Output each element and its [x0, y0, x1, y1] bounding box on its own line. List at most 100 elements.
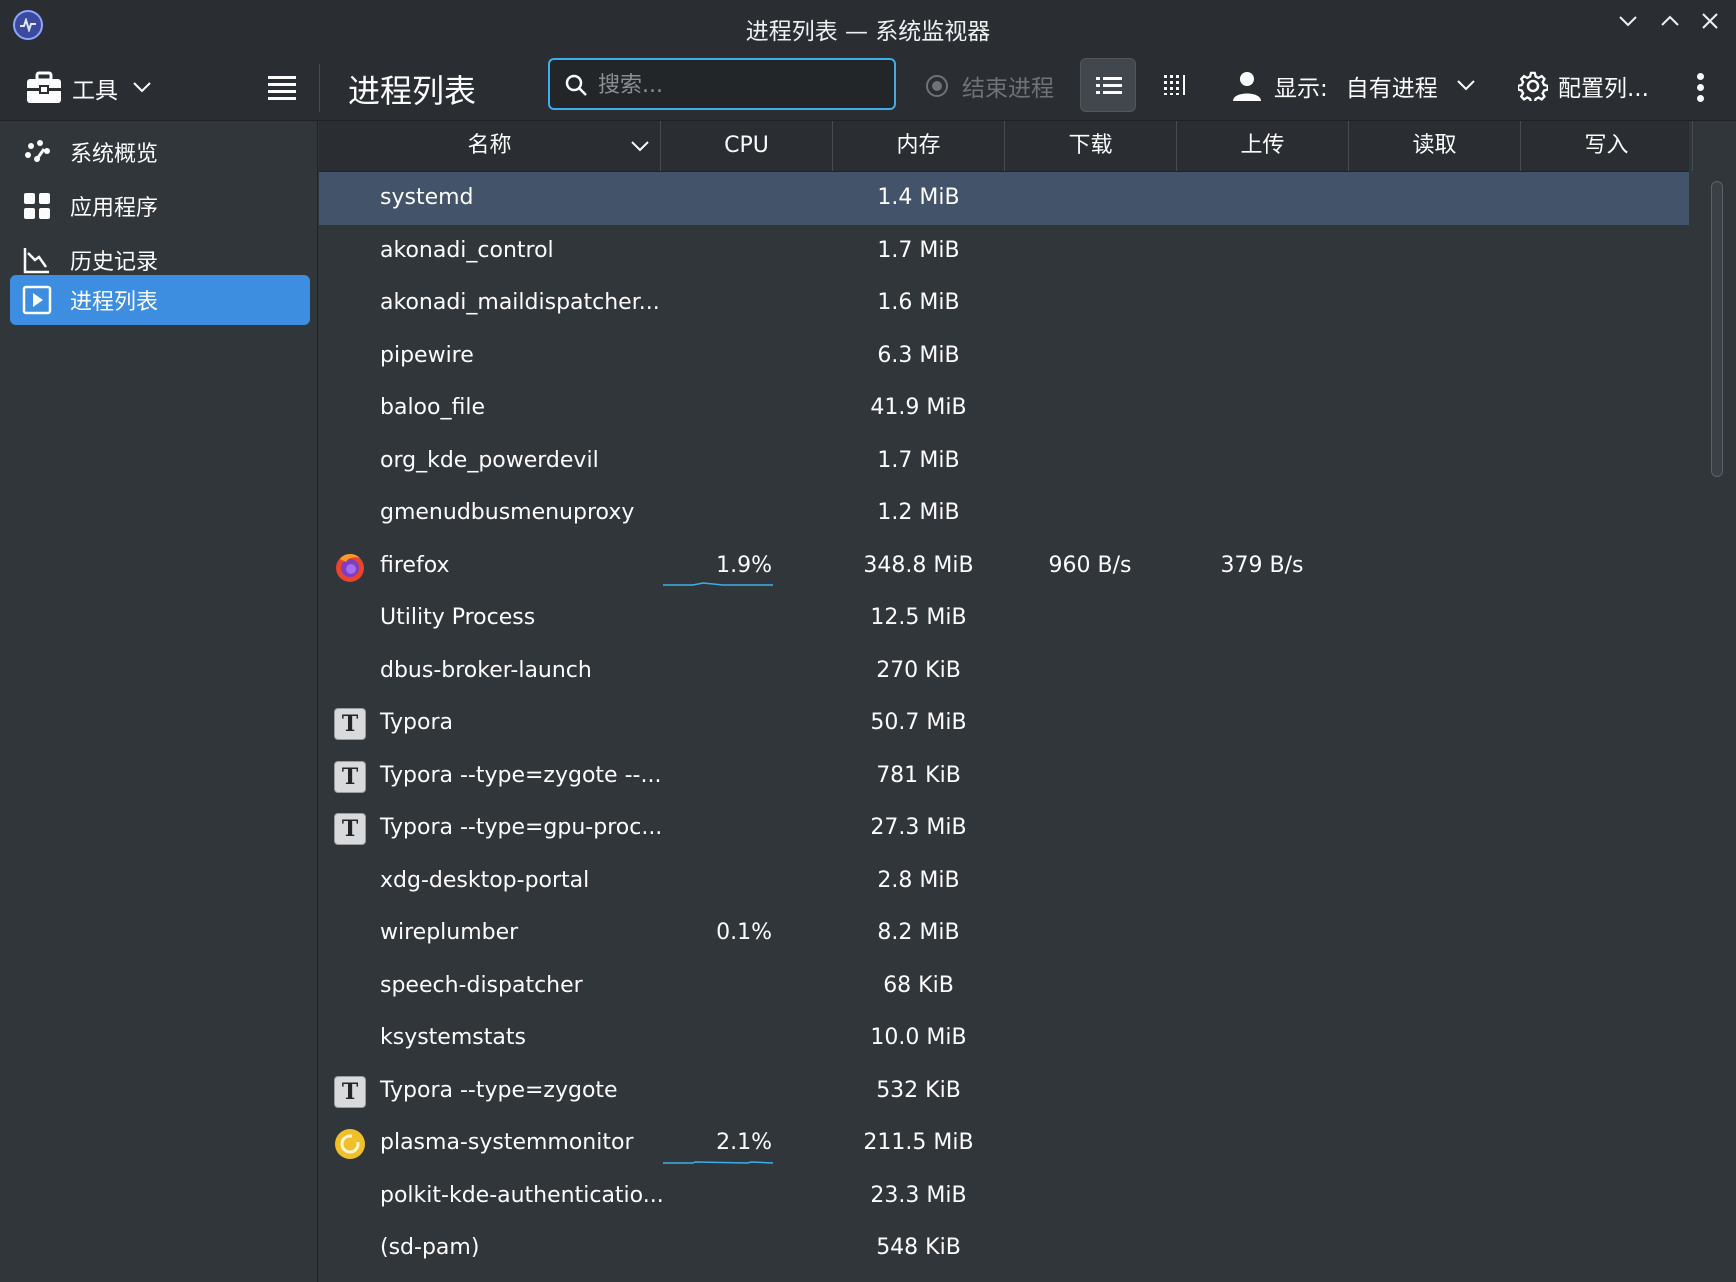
overview-icon	[22, 137, 52, 167]
grid-view-icon	[1164, 75, 1185, 95]
process-name: systemd	[380, 185, 474, 210]
process-name: akonadi_maildispatcher...	[380, 290, 660, 315]
typora-icon: T	[334, 813, 366, 845]
process-name: plasma-systemmonitor	[380, 1130, 634, 1155]
end-process-label: 结束进程	[962, 76, 1054, 102]
process-memory: 12.5 MiB	[870, 605, 967, 630]
column-header-memory[interactable]: 内存	[833, 121, 1005, 171]
process-memory: 1.7 MiB	[877, 447, 960, 473]
table-row[interactable]: Utility Process 12.5 MiB	[319, 592, 1689, 645]
process-cpu: 0.1%	[716, 920, 772, 945]
column-header-write[interactable]: 写入	[1521, 121, 1693, 171]
end-process-button[interactable]: 结束进程	[926, 66, 1054, 106]
process-name: akonadi_control	[380, 237, 554, 263]
process-name: speech-dispatcher	[380, 972, 583, 998]
sidebar-item-label: 应用程序	[70, 196, 159, 221]
column-header-download[interactable]: 下载	[1005, 121, 1177, 171]
process-memory: 781 KiB	[876, 762, 961, 788]
system-monitor-icon	[334, 1128, 366, 1160]
minimize-button[interactable]	[1612, 10, 1644, 42]
configure-columns-label: 配置列...	[1558, 76, 1649, 102]
process-name: Typora --type=zygote --...	[380, 762, 662, 788]
table-row[interactable]: T Typora 50.7 MiB	[319, 697, 1689, 750]
process-name: pipewire	[380, 342, 474, 368]
process-name: xdg-desktop-portal	[380, 867, 590, 893]
process-name: Typora --type=zygote	[380, 1077, 618, 1103]
table-row[interactable]: dbus-broker-launch 270 KiB	[319, 645, 1689, 698]
toolbar: 工具 进程列表 结束进程	[0, 54, 1736, 121]
window-title: 进程列表 — 系统监视器	[745, 19, 991, 45]
table-row[interactable]: wireplumber 0.1% 8.2 MiB	[319, 907, 1689, 960]
table-row[interactable]: systemd 1.4 MiB	[319, 172, 1689, 225]
tools-menu-button[interactable]: 工具	[26, 68, 152, 108]
configure-columns-button[interactable]: 配置列...	[1518, 66, 1649, 106]
hamburger-menu-icon[interactable]	[268, 72, 296, 100]
sidebar-item-process-list[interactable]: 进程列表	[10, 275, 310, 325]
process-table: 名称 CPU 内存 下载 上传 读取 写入 systemd 1.4 MiB ak…	[319, 121, 1736, 1282]
search-icon	[565, 74, 587, 96]
table-row[interactable]: T Typora --type=gpu-proc... 27.3 MiB	[319, 802, 1689, 855]
table-row[interactable]: (sd-pam) 548 KiB	[319, 1222, 1689, 1275]
show-filter-dropdown[interactable]: 显示: 自有进程	[1232, 66, 1476, 106]
process-memory: 270 KiB	[876, 657, 961, 683]
process-name: gmenudbusmenuproxy	[380, 500, 635, 525]
column-header-name[interactable]: 名称	[319, 121, 661, 171]
process-memory: 1.2 MiB	[877, 500, 960, 525]
tree-view-button[interactable]	[1148, 58, 1204, 112]
table-row[interactable]: akonadi_maildispatcher... 1.6 MiB	[319, 277, 1689, 330]
search-box[interactable]	[548, 58, 896, 110]
close-button[interactable]	[1694, 10, 1726, 42]
table-row[interactable]: ksystemstats 10.0 MiB	[319, 1012, 1689, 1065]
process-memory: 548 KiB	[876, 1235, 961, 1260]
maximize-button[interactable]	[1654, 10, 1686, 42]
process-name: dbus-broker-launch	[380, 657, 592, 683]
process-memory: 6.3 MiB	[877, 342, 960, 368]
sidebar-item-label: 系统概览	[70, 142, 159, 167]
table-row[interactable]: akonadi_control 1.7 MiB	[319, 225, 1689, 278]
process-name: Utility Process	[380, 605, 536, 630]
sidebar-item-applications[interactable]: 应用程序	[10, 181, 310, 231]
column-header-read[interactable]: 读取	[1349, 121, 1521, 171]
table-row[interactable]: firefox 1.9% 348.8 MiB 960 B/s 379 B/s	[319, 540, 1689, 593]
table-row[interactable]: speech-dispatcher 68 KiB	[319, 960, 1689, 1013]
column-header-cpu[interactable]: CPU	[661, 121, 833, 171]
more-options-icon[interactable]	[1690, 70, 1710, 106]
table-row[interactable]: T Typora --type=zygote --... 781 KiB	[319, 750, 1689, 803]
close-icon	[1702, 13, 1718, 29]
table-row[interactable]: org_kde_powerdevil 1.7 MiB	[319, 435, 1689, 488]
title-bar: 进程列表 — 系统监视器	[0, 0, 1736, 54]
gear-icon	[1518, 71, 1548, 101]
search-input[interactable]	[596, 68, 890, 102]
process-memory: 10.0 MiB	[870, 1025, 967, 1050]
tools-label: 工具	[72, 78, 118, 104]
process-name: baloo_file	[380, 395, 485, 420]
list-view-button[interactable]	[1080, 58, 1136, 112]
sidebar-item-overview[interactable]: 系统概览	[10, 127, 310, 177]
table-row[interactable]: baloo_file 41.9 MiB	[319, 382, 1689, 435]
sidebar: 系统概览 应用程序 历史记录 进程列表	[0, 121, 318, 1282]
table-row[interactable]: pipewire 6.3 MiB	[319, 330, 1689, 383]
table-row[interactable]: gmenudbusmenuproxy 1.2 MiB	[319, 487, 1689, 540]
sidebar-item-label: 历史记录	[70, 250, 159, 275]
sort-descending-icon	[630, 121, 650, 171]
process-name: firefox	[380, 552, 450, 578]
process-memory: 211.5 MiB	[863, 1130, 974, 1155]
toolbox-icon	[27, 71, 61, 103]
column-header-upload[interactable]: 上传	[1177, 121, 1349, 171]
table-row[interactable]: xdg-desktop-portal 2.8 MiB	[319, 855, 1689, 908]
history-icon	[22, 245, 52, 275]
applications-icon	[22, 191, 52, 221]
process-memory: 1.6 MiB	[877, 290, 960, 315]
table-row[interactable]: plasma-systemmonitor 2.1% 211.5 MiB	[319, 1117, 1689, 1170]
chevron-down-icon	[132, 78, 152, 99]
sidebar-item-label: 进程列表	[70, 290, 159, 315]
table-body: systemd 1.4 MiB akonadi_control 1.7 MiB …	[319, 172, 1689, 1275]
process-memory: 2.8 MiB	[877, 867, 960, 893]
cpu-sparkline	[663, 1160, 773, 1164]
process-name: Typora	[380, 710, 453, 735]
process-memory: 532 KiB	[876, 1077, 961, 1103]
typora-icon: T	[334, 1075, 366, 1108]
table-row[interactable]: polkit-kde-authenticatio... 23.3 MiB	[319, 1170, 1689, 1223]
table-row[interactable]: T Typora --type=zygote 532 KiB	[319, 1065, 1689, 1118]
scrollbar-thumb[interactable]	[1711, 181, 1723, 477]
